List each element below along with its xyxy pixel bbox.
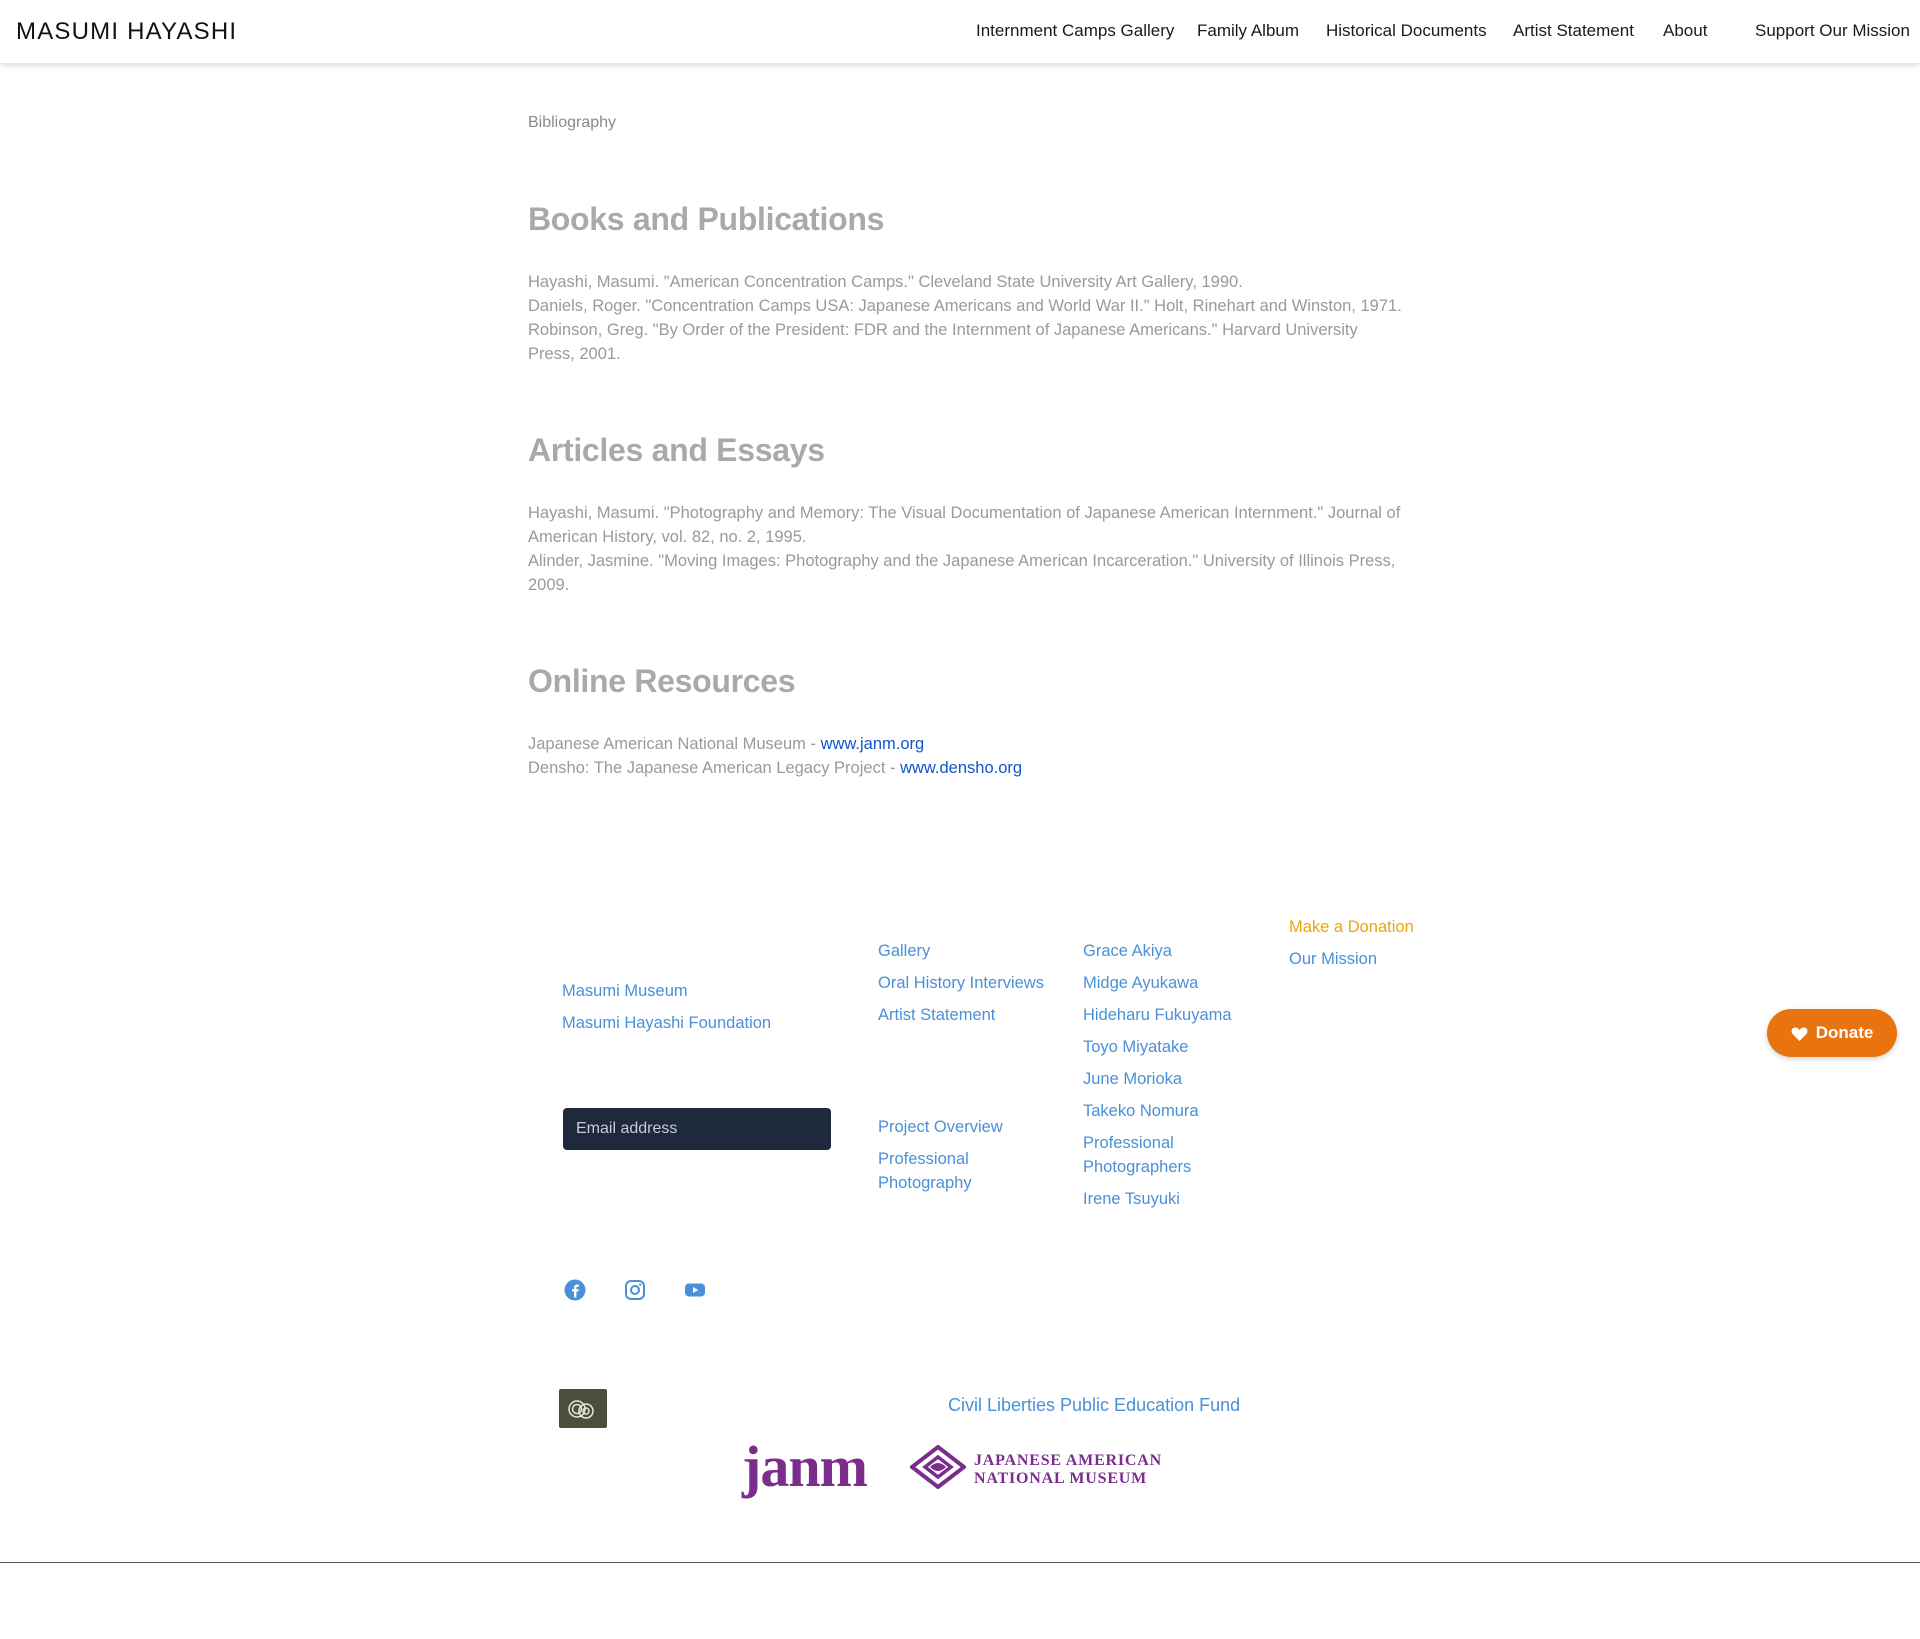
footer-link-professional-photography[interactable]: Professional Photography xyxy=(878,1147,1018,1195)
footer-link-oral-history[interactable]: Oral History Interviews xyxy=(878,971,1044,995)
online-resources-list: Japanese American National Museum - www.… xyxy=(528,732,1408,780)
instagram-icon[interactable] xyxy=(623,1278,647,1302)
footer-link-takeko-nomura[interactable]: Takeko Nomura xyxy=(1083,1099,1199,1123)
footer-link-midge-ayukawa[interactable]: Midge Ayukawa xyxy=(1083,971,1198,995)
nav-about[interactable]: About xyxy=(1663,21,1707,41)
articles-list: Hayashi, Masumi. "Photography and Memory… xyxy=(528,501,1408,597)
footer-link-make-a-donation[interactable]: Make a Donation xyxy=(1289,915,1414,939)
site-brand[interactable]: MASUMI HAYASHI xyxy=(16,18,237,46)
email-field[interactable] xyxy=(563,1108,831,1150)
footer-link-our-mission[interactable]: Our Mission xyxy=(1289,947,1377,971)
footer-link-masumi-museum[interactable]: Masumi Museum xyxy=(562,979,688,1003)
resource-entry: Densho: The Japanese American Legacy Pro… xyxy=(528,756,1408,780)
nav-internment-camps-gallery[interactable]: Internment Camps Gallery xyxy=(976,21,1174,41)
book-entry: Daniels, Roger. "Concentration Camps USA… xyxy=(528,297,1402,315)
janm-text-block: JAPANESE AMERICAN NATIONAL MUSEUM xyxy=(974,1452,1162,1488)
section-title-online: Online Resources xyxy=(528,663,796,699)
top-navigation-bar: MASUMI HAYASHI Internment Camps Gallery … xyxy=(0,0,1920,64)
resource-entry: Japanese American National Museum - www.… xyxy=(528,732,1408,756)
footer-link-foundation[interactable]: Masumi Hayashi Foundation xyxy=(562,1011,771,1035)
article-entry: Alinder, Jasmine. "Moving Images: Photog… xyxy=(528,552,1396,594)
foundation-logo-icon[interactable] xyxy=(559,1389,607,1428)
heart-icon xyxy=(1791,1026,1808,1041)
janm-line-2: NATIONAL MUSEUM xyxy=(974,1470,1148,1487)
densho-link[interactable]: www.densho.org xyxy=(900,759,1022,777)
janm-link[interactable]: www.janm.org xyxy=(821,735,925,753)
clpef-link[interactable]: Civil Liberties Public Education Fund xyxy=(948,1395,1240,1416)
footer-link-toyo-miyatake[interactable]: Toyo Miyatake xyxy=(1083,1035,1188,1059)
footer-link-project-overview[interactable]: Project Overview xyxy=(878,1115,1003,1139)
section-title-books: Books and Publications xyxy=(528,201,885,237)
section-title-articles: Articles and Essays xyxy=(528,432,825,468)
janm-line-1: JAPANESE AMERICAN xyxy=(974,1452,1162,1469)
footer-link-june-morioka[interactable]: June Morioka xyxy=(1083,1067,1182,1091)
nav-family-album[interactable]: Family Album xyxy=(1197,21,1299,41)
breadcrumb: Bibliography xyxy=(528,114,617,131)
donate-button[interactable]: Donate xyxy=(1767,1009,1897,1057)
footer-link-gallery[interactable]: Gallery xyxy=(878,939,930,963)
footer-link-irene-tsuyuki[interactable]: Irene Tsuyuki xyxy=(1083,1187,1180,1211)
article-entry: Hayashi, Masumi. "Photography and Memory… xyxy=(528,504,1401,546)
resource-label: Japanese American National Museum - xyxy=(528,735,821,753)
footer-link-professional-photographers[interactable]: Professional Photographers xyxy=(1083,1131,1223,1179)
resource-label: Densho: The Japanese American Legacy Pro… xyxy=(528,759,901,777)
footer-link-grace-akiya[interactable]: Grace Akiya xyxy=(1083,939,1172,963)
facebook-icon[interactable] xyxy=(563,1278,587,1302)
youtube-icon[interactable] xyxy=(683,1278,707,1302)
footer-divider xyxy=(0,1562,1920,1563)
book-entry: Hayashi, Masumi. "American Concentration… xyxy=(528,273,1243,291)
janm-logo[interactable]: janm JAPANESE AMERICAN NATIONAL MUSEUM xyxy=(742,1434,1162,1501)
footer-link-artist-statement[interactable]: Artist Statement xyxy=(878,1003,995,1027)
nav-historical-documents[interactable]: Historical Documents xyxy=(1326,21,1487,41)
book-entry: Robinson, Greg. "By Order of the Preside… xyxy=(528,321,1358,363)
nav-support-our-mission[interactable]: Support Our Mission xyxy=(1755,21,1910,41)
nav-artist-statement[interactable]: Artist Statement xyxy=(1513,21,1634,41)
janm-wordmark: janm xyxy=(742,1434,868,1499)
footer-link-hideharu-fukuyama[interactable]: Hideharu Fukuyama xyxy=(1083,1003,1232,1027)
janm-emblem-icon xyxy=(910,1445,966,1489)
books-list: Hayashi, Masumi. "American Concentration… xyxy=(528,270,1408,366)
donate-label: Donate xyxy=(1815,1023,1874,1042)
